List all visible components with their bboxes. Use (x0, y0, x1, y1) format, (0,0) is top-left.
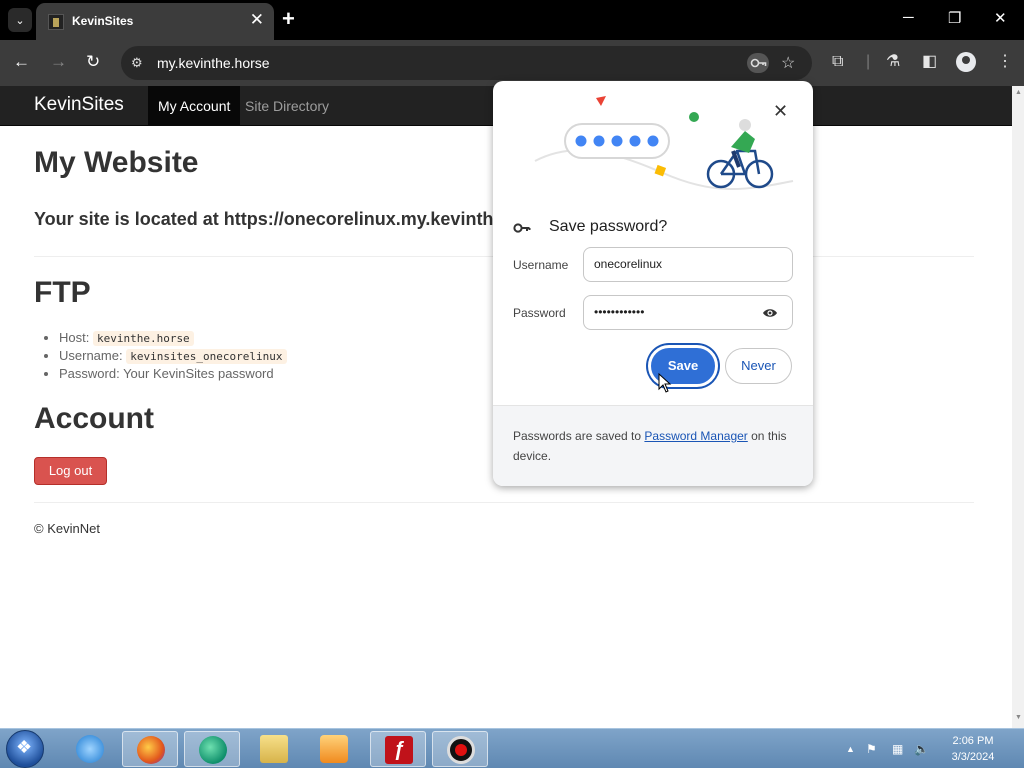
profile-avatar-icon[interactable] (956, 52, 976, 72)
nav-my-account[interactable]: My Account (148, 86, 241, 126)
logout-button[interactable]: Log out (34, 457, 107, 485)
tab-title: KevinSites (72, 14, 134, 28)
flash-icon: ƒ (385, 736, 413, 764)
username-field[interactable]: onecorelinux (583, 247, 793, 282)
address-bar[interactable]: ⚙ my.kevinthe.horse ☆ (121, 46, 812, 80)
dialog-footer: Passwords are saved to Password Manager … (493, 405, 813, 486)
scroll-up-icon[interactable]: ▲ (1015, 89, 1022, 96)
scroll-down-icon[interactable]: ▼ (1015, 714, 1022, 721)
never-button[interactable]: Never (725, 348, 792, 384)
menu-kebab-icon[interactable]: ⋮ (997, 53, 1013, 71)
tab-strip: ⌄ KevinSites ✕ + ─ ❐ ✕ (0, 0, 1024, 40)
password-field[interactable]: •••••••••••• (583, 295, 793, 330)
minimize-icon[interactable]: ─ (903, 9, 914, 26)
show-password-eye-icon[interactable] (762, 305, 778, 321)
toolbar-divider: | (866, 53, 871, 70)
media-player-icon (320, 735, 348, 763)
forward-icon[interactable]: → (50, 52, 67, 72)
account-heading: Account (34, 402, 154, 435)
key-icon (513, 223, 531, 233)
tab-search-icon[interactable]: ⌄ (8, 8, 32, 32)
page-title: My Website (34, 146, 199, 179)
username-value: kevinsites_onecorelinux (126, 349, 287, 364)
password-value: •••••••••••• (594, 305, 645, 319)
taskbar: ƒ ▲ ⚑ ▦ 🔈 2:06 PM 3/3/2024 (0, 728, 1024, 768)
browser-toolbar: ← → ↻ ⚙ my.kevinthe.horse ☆ ⧉ | ⚗ ◧ ⋮ (0, 40, 1024, 86)
divider (34, 502, 974, 503)
folder-icon (260, 735, 288, 763)
dialog-title: Save password? (549, 218, 668, 235)
footer-text: © KevinNet (34, 521, 100, 536)
site-info-icon[interactable]: ⚙ (131, 55, 147, 71)
reload-icon[interactable]: ↻ (86, 52, 100, 72)
clock-time: 2:06 PM (952, 735, 994, 747)
page-scrollbar[interactable]: ▲ ▼ (1012, 86, 1024, 728)
taskbar-chrome[interactable] (184, 731, 240, 767)
bookmark-star-icon[interactable]: ☆ (781, 53, 795, 73)
browser-icon (199, 736, 227, 764)
window-close-icon[interactable]: ✕ (994, 9, 1007, 27)
taskbar-firefox[interactable] (122, 731, 178, 767)
password-illustration (534, 96, 794, 190)
taskbar-internet-explorer[interactable] (62, 731, 118, 767)
username-label: Username: (59, 348, 123, 363)
list-item: Password: Your KevinSites password (59, 365, 287, 383)
taskbar-flash[interactable]: ƒ (370, 731, 426, 767)
mouse-cursor-icon (658, 373, 672, 393)
start-button[interactable] (6, 730, 44, 768)
taskbar-recorder[interactable] (432, 731, 488, 767)
password-label: Password (513, 306, 566, 320)
internet-explorer-icon (76, 735, 104, 763)
taskbar-media-player[interactable] (306, 731, 362, 767)
list-item: Host: kevinthe.horse (59, 329, 287, 347)
username-label: Username (513, 258, 569, 272)
save-password-dialog: ✕ Save password? Username onecorelinux P… (493, 81, 813, 486)
nav-site-directory[interactable]: Site Directory (235, 86, 339, 126)
side-panel-icon[interactable]: ◧ (922, 53, 937, 71)
footer-text-before: Passwords are saved to (513, 429, 645, 443)
site-brand[interactable]: KevinSites (34, 94, 124, 116)
site-favicon-icon (48, 14, 64, 30)
list-item: Username: kevinsites_onecorelinux (59, 347, 287, 365)
show-hidden-icons-icon[interactable]: ▲ (846, 744, 855, 754)
ftp-heading: FTP (34, 276, 91, 309)
action-center-flag-icon[interactable]: ⚑ (866, 742, 877, 756)
firefox-icon (137, 736, 165, 764)
ftp-list: Host: kevinthe.horse Username: kevinsite… (59, 329, 287, 383)
labs-flask-icon[interactable]: ⚗ (886, 53, 900, 71)
host-value: kevinthe.horse (92, 331, 194, 346)
tab-close-icon[interactable]: ✕ (250, 11, 264, 29)
back-icon[interactable]: ← (13, 52, 30, 72)
new-tab-icon[interactable]: + (282, 8, 295, 30)
browser-tab[interactable]: KevinSites ✕ (36, 3, 274, 40)
system-clock[interactable]: 2:06 PM 3/3/2024 (940, 733, 1006, 765)
password-text: Password: Your KevinSites password (59, 366, 274, 381)
record-icon (447, 736, 475, 764)
extensions-icon[interactable]: ⧉ (832, 53, 843, 71)
restore-icon[interactable]: ❐ (948, 9, 961, 27)
volume-icon[interactable]: 🔈 (914, 742, 929, 756)
network-icon[interactable]: ▦ (892, 742, 903, 756)
url-text[interactable]: my.kevinthe.horse (157, 55, 270, 71)
record-dot (455, 744, 467, 756)
host-label: Host: (59, 330, 90, 345)
footer-note: Passwords are saved to Password Manager … (513, 426, 793, 466)
clock-date: 3/3/2024 (951, 751, 995, 763)
password-manager-link[interactable]: Password Manager (644, 429, 747, 443)
password-key-icon[interactable] (747, 53, 769, 73)
close-icon[interactable]: ✕ (773, 101, 788, 121)
taskbar-explorer[interactable] (246, 731, 302, 767)
site-location-text: Your site is located at https://onecorel… (34, 209, 494, 229)
